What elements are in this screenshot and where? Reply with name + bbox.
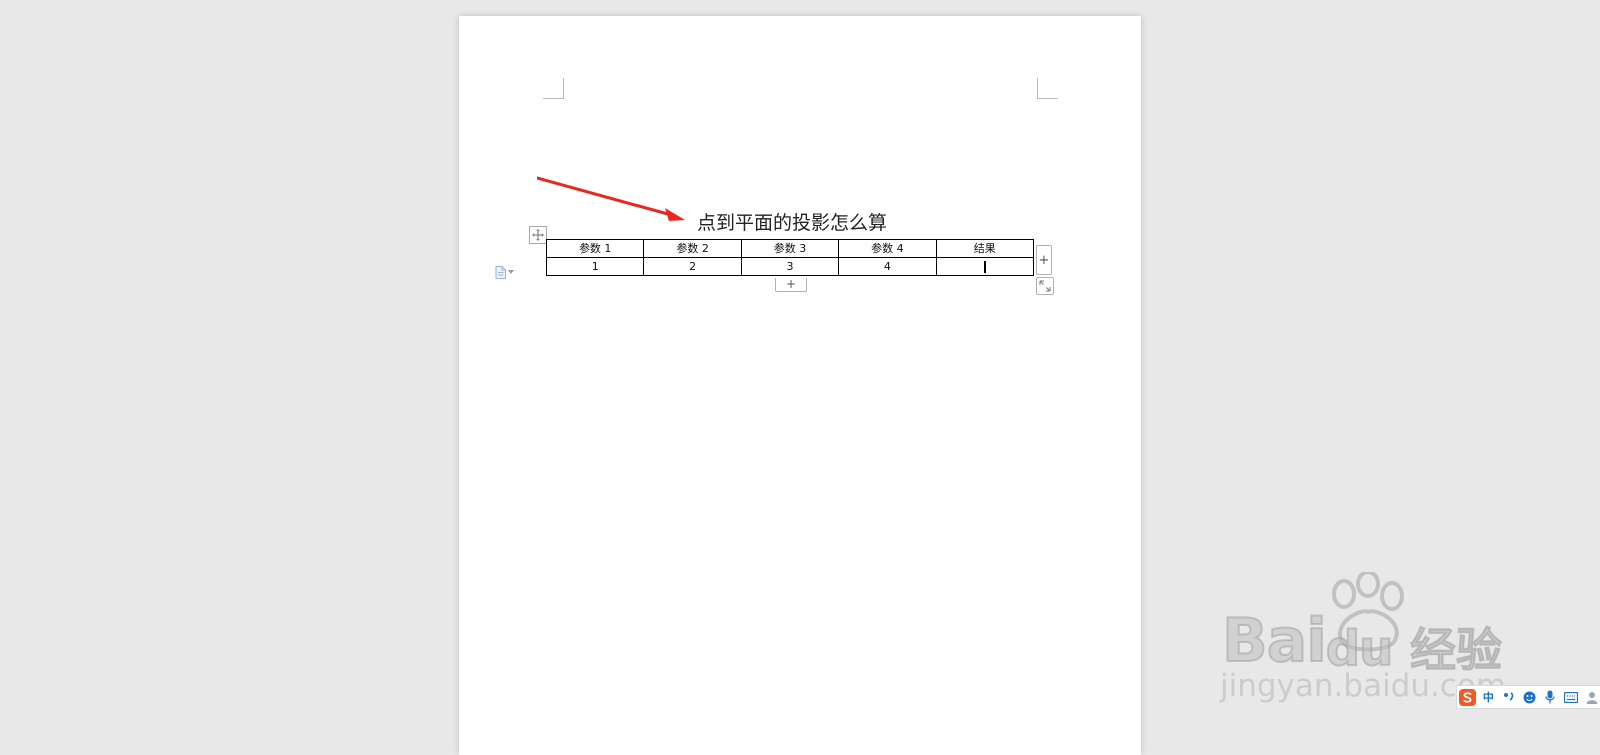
paragraph-marker[interactable] [495,264,523,280]
margin-corner-top-left [543,78,564,99]
add-row-button[interactable]: + [775,278,807,292]
watermark-brand: Baidu [1221,605,1456,678]
move-icon [532,229,544,241]
table-resize-handle[interactable] [1036,277,1054,295]
table-move-handle[interactable] [529,226,547,244]
input-mode-label[interactable]: 中 [1480,689,1497,706]
annotation-arrow [537,176,685,221]
document-icon [495,265,506,279]
ime-toolbar[interactable]: 中 [1456,685,1600,709]
chevron-down-icon [508,270,514,274]
table-row: 1 2 3 4 [545,257,1035,276]
table-cell[interactable]: 4 [838,257,937,276]
resize-icon [1039,280,1051,292]
table-cell[interactable]: 3 [740,257,840,276]
document-title[interactable]: 点到平面的投影怎么算 [697,208,887,235]
table-header-cell[interactable]: 参数 4 [838,239,937,258]
watermark-brand-bai: Bai [1221,605,1328,677]
table-cell[interactable]: 2 [643,257,742,276]
watermark-brand-cn: 经验 [1410,623,1503,678]
keyboard-icon[interactable] [1563,689,1580,706]
table-header-cell[interactable]: 参数 1 [545,239,645,258]
table-header-cell[interactable]: 参数 3 [740,239,840,258]
add-column-button[interactable]: + [1036,245,1052,275]
microphone-icon[interactable] [1542,689,1559,706]
baidu-paw-icon [1332,572,1404,652]
table-cell[interactable]: 1 [545,257,645,276]
document-page[interactable]: 点到平面的投影怎么算 参数 1 参数 2 参数 3 参数 4 结果 1 2 3 … [459,16,1141,755]
table-header-cell[interactable]: 结果 [935,239,1035,258]
margin-corner-top-right [1037,78,1058,99]
watermark-brand-du: du [1325,620,1395,678]
table-header-cell[interactable]: 参数 2 [643,239,742,258]
text-cursor [983,261,986,273]
table-header-row: 参数 1 参数 2 参数 3 参数 4 结果 [545,239,1035,258]
user-icon[interactable] [1583,689,1600,706]
data-table[interactable]: 参数 1 参数 2 参数 3 参数 4 结果 1 2 3 4 [545,239,1035,276]
sogou-s-icon[interactable] [1459,688,1476,706]
punctuation-icon[interactable] [1501,689,1518,706]
table-cell-active[interactable] [935,257,1035,276]
emoji-icon[interactable] [1521,689,1538,706]
